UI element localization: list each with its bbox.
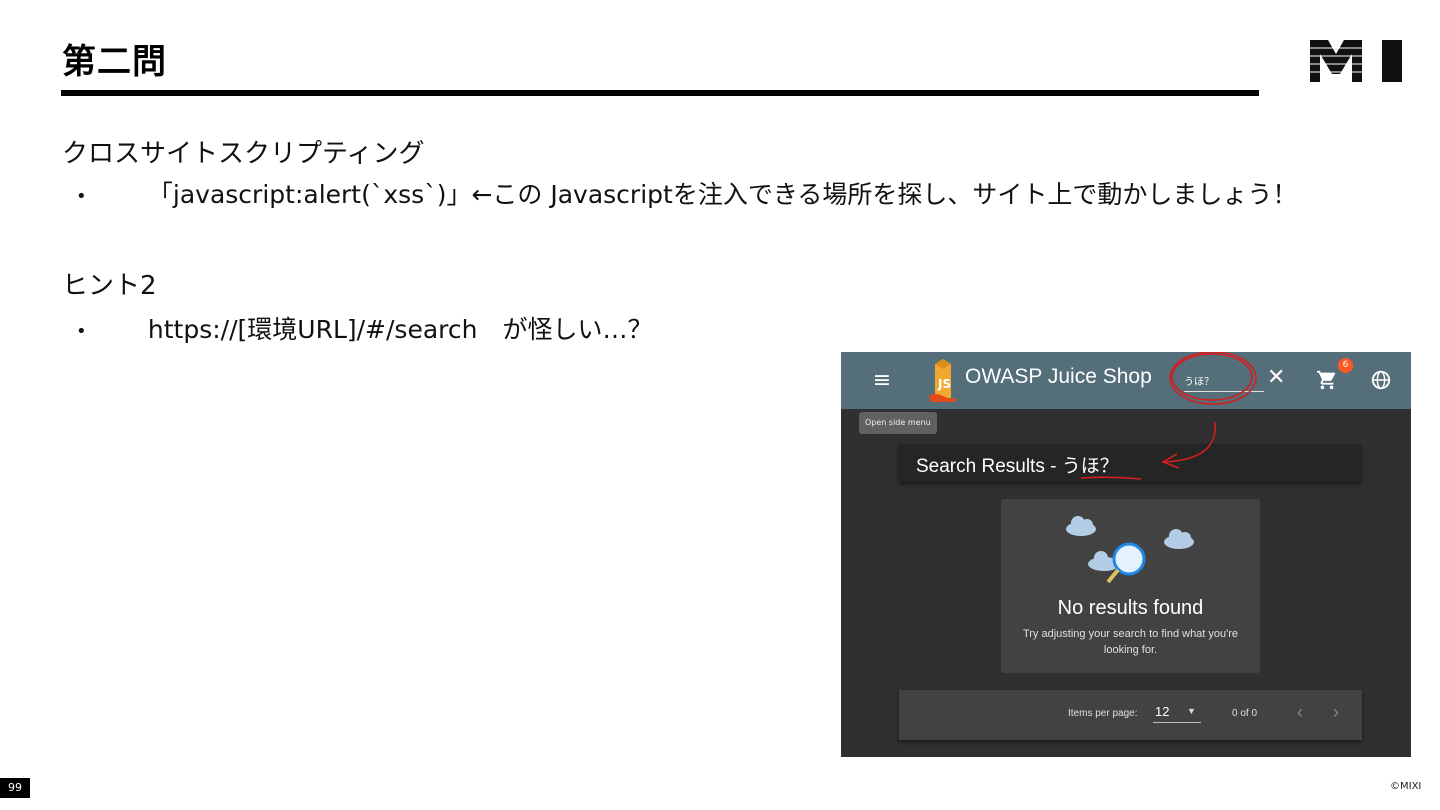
language-globe-icon[interactable] (1370, 369, 1392, 391)
bullet-hint-text: https://[環境URL]/#/search が怪しい…？ (147, 315, 653, 344)
section-heading-xss: クロスサイトスクリプティング (62, 139, 425, 169)
items-per-page-value: 12 (1155, 704, 1170, 719)
menu-icon[interactable]: ≡ (867, 366, 897, 396)
title-underline (61, 90, 1259, 96)
page-number: 99 (0, 778, 30, 798)
no-results-magnifier-clouds-icon (1066, 516, 1194, 584)
items-per-page-label: Items per page: (1068, 708, 1138, 719)
bullet-task: • 「javascript:alert(`xss`)」←この Javascrip… (62, 175, 1297, 211)
cart-icon[interactable] (1316, 369, 1338, 391)
paginator: Items per page: 12 ▼ 0 of 0 ‹ › (899, 690, 1362, 740)
search-results-header: Search Results - うほ？ (899, 444, 1361, 482)
no-results-title: No results found (1057, 597, 1204, 619)
side-menu-tooltip: Open side menu (859, 412, 937, 434)
previous-page-icon[interactable]: ‹ (1297, 702, 1303, 723)
clear-search-icon[interactable]: ✕ (1267, 365, 1285, 390)
copyright: ©MIXI (1390, 781, 1422, 792)
items-per-page-select[interactable]: 12 ▼ (1153, 702, 1201, 723)
slide-title: 第二問 (62, 42, 167, 82)
app-toolbar: ≡ JS OWASP Juice Shop ✕ 6 (841, 352, 1411, 409)
juice-shop-logo[interactable]: JS (927, 358, 959, 402)
bullet-dot: • (76, 320, 87, 342)
app-title[interactable]: OWASP Juice Shop (965, 365, 1152, 389)
search-field[interactable] (1184, 369, 1264, 392)
bullet-dot: • (76, 185, 87, 207)
search-input[interactable] (1184, 369, 1264, 391)
juice-shop-screenshot: ≡ JS OWASP Juice Shop ✕ 6 Open side menu… (841, 352, 1411, 757)
no-results-subtitle: Try adjusting your search to find what y… (1022, 628, 1239, 656)
next-page-icon[interactable]: › (1333, 702, 1339, 723)
section-heading-hint: ヒント2 (62, 271, 157, 301)
page-range-label: 0 of 0 (1232, 708, 1258, 719)
search-results-title: Search Results - うほ？ (916, 456, 1119, 477)
dropdown-arrow-icon: ▼ (1187, 706, 1196, 716)
no-results-card: No results found Try adjusting your sear… (1001, 499, 1260, 673)
svg-text:JS: JS (937, 377, 951, 391)
mixi-logo (1310, 40, 1402, 82)
bullet-task-text: 「javascript:alert(`xss`)」←この Javascriptを… (147, 180, 1298, 209)
cart-count-badge: 6 (1338, 358, 1353, 373)
bullet-hint: • https://[環境URL]/#/search が怪しい…？ (62, 310, 652, 346)
